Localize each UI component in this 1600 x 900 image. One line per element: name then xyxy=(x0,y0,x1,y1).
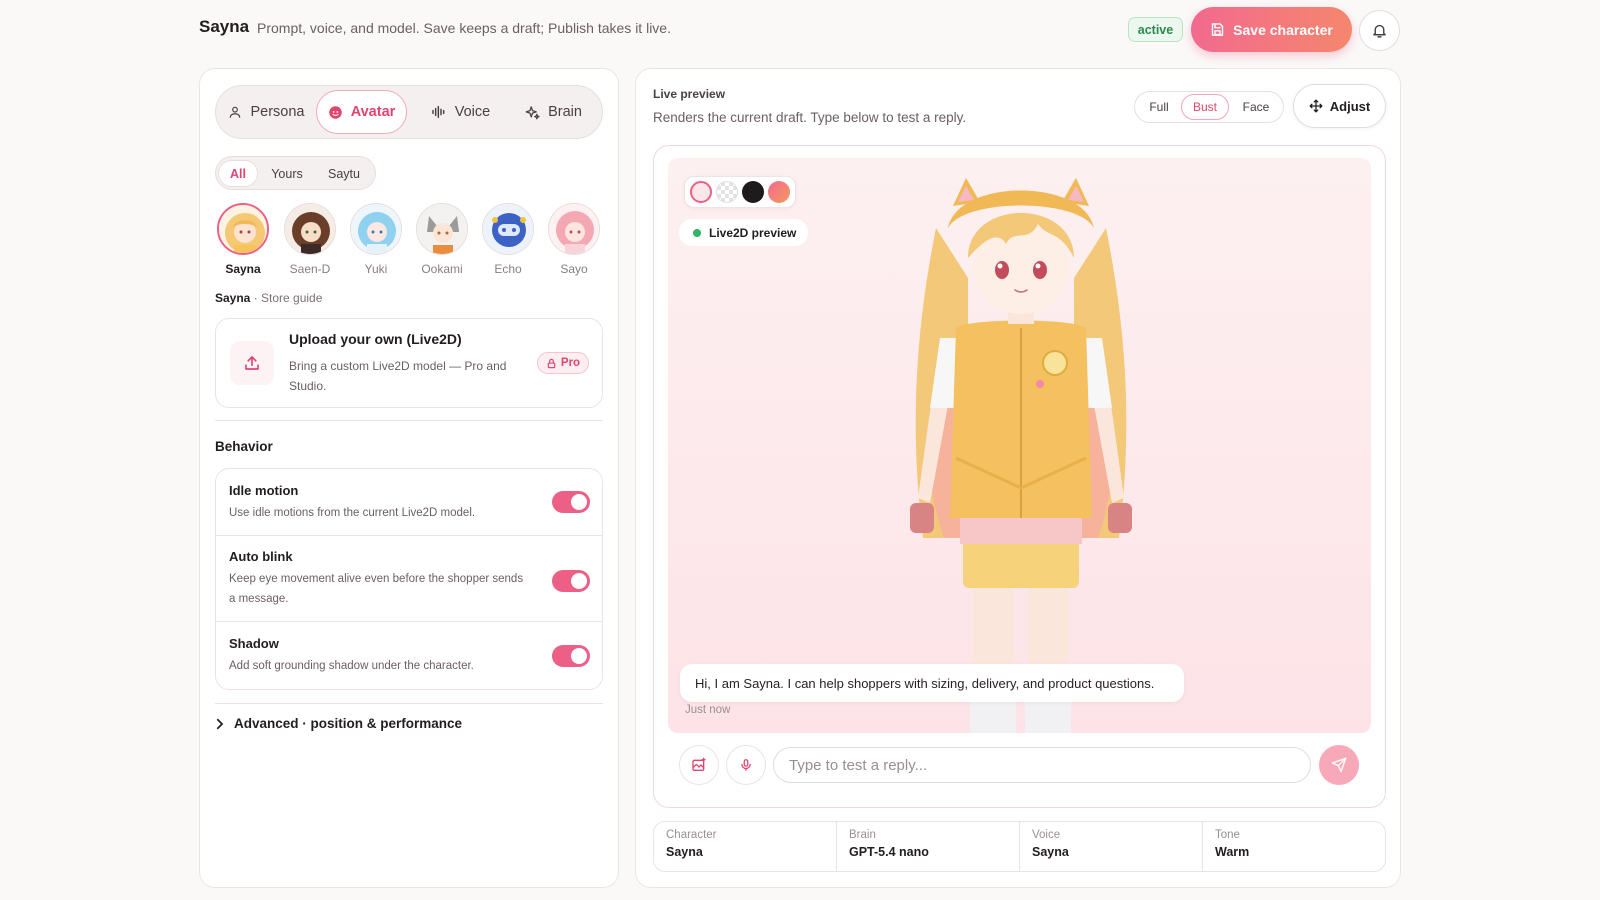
pro-badge: Pro xyxy=(537,352,589,374)
shadow-description: Add soft grounding shadow under the char… xyxy=(229,660,474,672)
auto-blink-title: Auto blink xyxy=(229,549,293,564)
avatar-yuki[interactable] xyxy=(350,203,402,255)
shadow-title: Shadow xyxy=(229,636,279,651)
auto-blink-toggle[interactable] xyxy=(552,570,590,592)
status-badge: active xyxy=(1128,17,1183,42)
avatar-name: Saen-D xyxy=(289,262,331,276)
attach-image-button[interactable] xyxy=(679,745,719,785)
preview-description: Renders the current draft. Type below to… xyxy=(653,110,967,125)
tab-voice[interactable]: Voice xyxy=(415,90,506,134)
microphone-button[interactable] xyxy=(726,745,766,785)
swatch-dark[interactable] xyxy=(742,181,764,203)
avatar-name: Ookami xyxy=(421,262,463,276)
idle-motion-title: Idle motion xyxy=(229,483,299,498)
save-character-button[interactable]: Save character xyxy=(1191,7,1352,52)
divider xyxy=(215,420,603,421)
character-summary: Character Sayna Brain GPT-5.4 nano Voice… xyxy=(653,821,1386,872)
divider xyxy=(216,621,602,622)
avatar-name: Echo xyxy=(494,262,522,276)
upload-icon xyxy=(230,341,274,385)
avatar-name: Sayo xyxy=(560,262,588,276)
save-character-label: Save character xyxy=(1233,21,1333,38)
swatch-transparent[interactable] xyxy=(716,181,738,203)
tab-persona[interactable]: Persona xyxy=(221,90,312,134)
lock-icon xyxy=(547,358,556,368)
adjust-button[interactable]: Adjust xyxy=(1293,84,1386,128)
divider xyxy=(216,535,602,536)
person-icon xyxy=(230,106,241,118)
summary-tone: Tone Warm xyxy=(1202,822,1385,871)
microphone-icon xyxy=(741,759,751,771)
image-sparkle-icon xyxy=(692,757,706,771)
filter-saytu[interactable]: Saytu xyxy=(318,160,370,187)
summary-brain: Brain GPT-5.4 nano xyxy=(836,822,1019,871)
idle-motion-toggle[interactable] xyxy=(552,491,590,513)
bell-icon xyxy=(1373,24,1386,38)
view-bust[interactable]: Bust xyxy=(1181,94,1229,120)
filter-yours[interactable]: Yours xyxy=(264,160,310,187)
avatar-portrait-icon xyxy=(285,204,335,254)
summary-voice: Voice Sayna xyxy=(1019,822,1202,871)
filter-all[interactable]: All xyxy=(218,160,258,187)
summary-character: Character Sayna xyxy=(666,829,717,859)
tab-brain[interactable]: Brain xyxy=(508,90,599,134)
avatar-icon xyxy=(328,105,342,119)
live2d-preview-chip: Live2D preview xyxy=(679,219,808,246)
avatar-saen-d[interactable] xyxy=(284,203,336,255)
sparkle-icon xyxy=(525,105,540,119)
move-icon xyxy=(1309,99,1323,113)
live-status-dot xyxy=(693,228,701,237)
avatar-portrait-icon xyxy=(417,204,467,254)
test-reply-input[interactable] xyxy=(773,747,1311,783)
avatar-name: Sayna xyxy=(225,262,261,276)
upload-title: Upload your own (Live2D) xyxy=(289,331,462,347)
swatch-gradient[interactable] xyxy=(768,181,790,203)
waveform-icon xyxy=(432,105,445,119)
notifications-button[interactable] xyxy=(1359,10,1400,51)
auto-blink-description: Keep eye movement alive even before the … xyxy=(229,573,524,605)
preview-label: Live preview xyxy=(653,87,726,101)
behavior-heading: Behavior xyxy=(215,439,273,454)
shadow-toggle[interactable] xyxy=(552,645,590,667)
view-face[interactable]: Face xyxy=(1233,94,1279,120)
avatar-name: Yuki xyxy=(364,262,388,276)
advanced-settings-toggle[interactable]: Advanced · position & performance xyxy=(215,716,462,731)
avatar-sayo[interactable] xyxy=(548,203,600,255)
send-button[interactable] xyxy=(1319,745,1359,785)
divider xyxy=(215,703,603,704)
avatar-portrait-icon xyxy=(549,204,599,254)
avatar-sayna[interactable] xyxy=(217,203,269,255)
message-timestamp: Just now xyxy=(685,704,731,716)
idle-motion-description: Use idle motions from the current Live2D… xyxy=(229,507,476,519)
view-full[interactable]: Full xyxy=(1139,94,1179,120)
tab-avatar[interactable]: Avatar xyxy=(316,90,407,134)
avatar-ookami[interactable] xyxy=(416,203,468,255)
chevron-right-icon xyxy=(216,718,224,729)
avatar-portrait-icon xyxy=(351,204,401,254)
save-icon xyxy=(1211,23,1224,36)
avatar-portrait-icon xyxy=(483,204,533,254)
page-subtitle: Prompt, voice, and model. Save keeps a d… xyxy=(257,20,671,36)
selected-avatar-caption: Sayna · Store guide xyxy=(215,291,323,305)
page-title: Sayna xyxy=(199,17,250,36)
chat-bubble: Hi, I am Sayna. I can help shoppers with… xyxy=(680,664,1184,702)
send-icon xyxy=(1331,757,1347,773)
avatar-echo[interactable] xyxy=(482,203,534,255)
swatch-pink[interactable] xyxy=(690,181,712,203)
upload-description: Bring a custom Live2D model — Pro and St… xyxy=(289,359,507,393)
